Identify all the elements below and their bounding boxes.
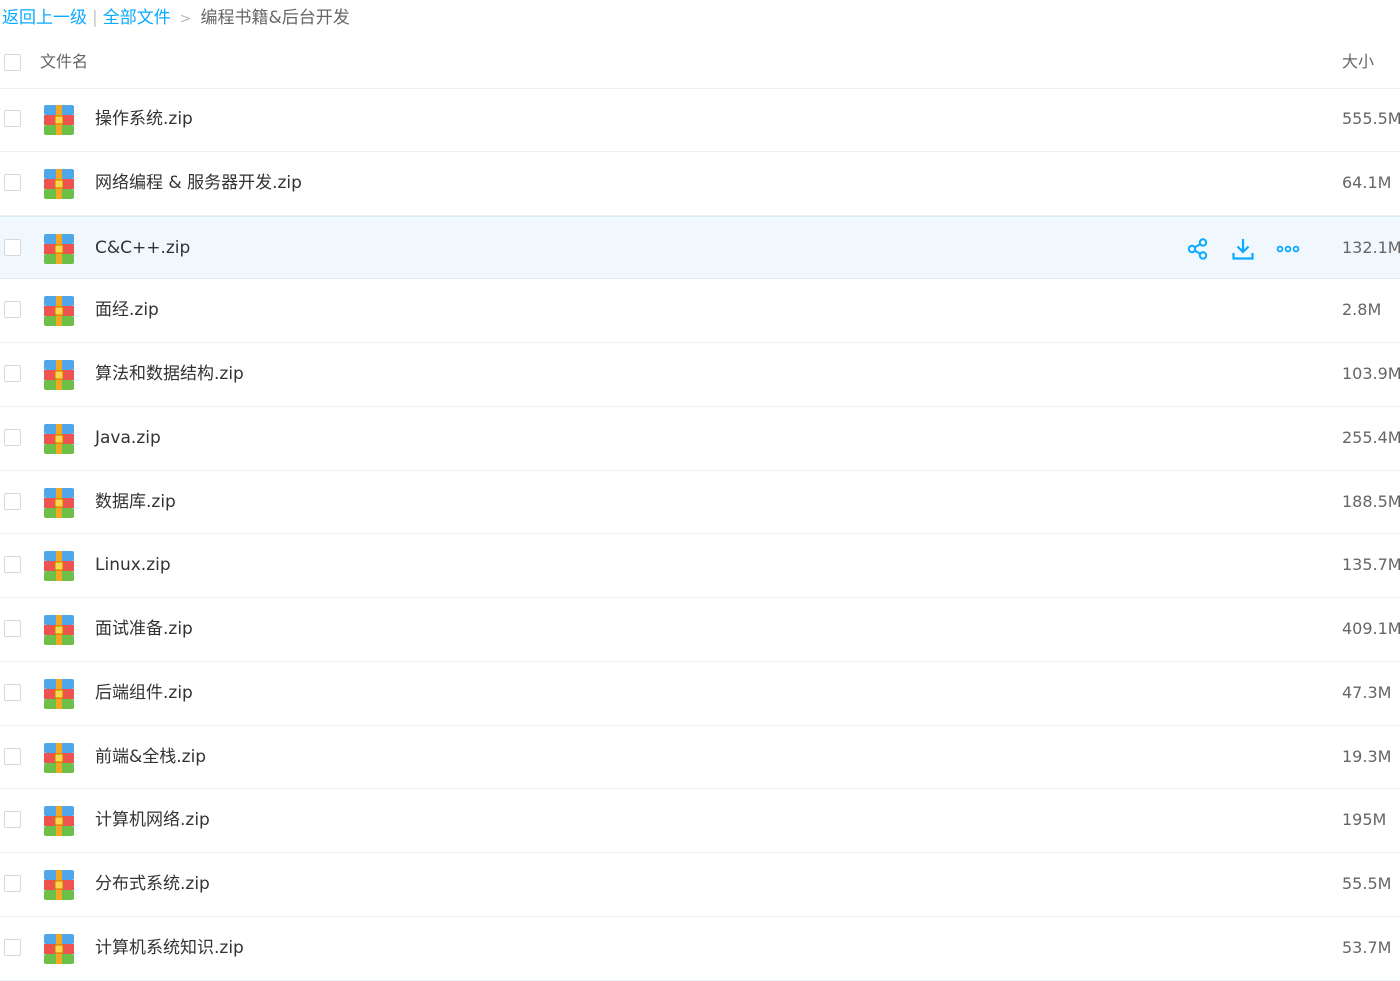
row-checkbox[interactable] [4, 875, 21, 892]
breadcrumb-arrow: > [179, 11, 192, 27]
back-link[interactable]: 返回上一级 [2, 8, 87, 28]
file-size: 135.7M [1342, 555, 1400, 575]
file-size: 64.1M [1342, 172, 1392, 192]
file-size: 132.1M [1342, 237, 1400, 257]
file-name[interactable]: Linux.zip [95, 553, 171, 577]
row-checkbox[interactable] [4, 365, 21, 382]
zip-archive-icon [44, 233, 74, 264]
file-row[interactable]: 计算机系统知识.zip 53.7M [0, 917, 1400, 981]
file-name[interactable]: 前端&全栈.zip [95, 745, 206, 769]
file-row[interactable]: 面试准备.zip 409.1M [0, 598, 1400, 662]
row-checkbox[interactable] [4, 301, 21, 319]
zip-archive-icon [44, 168, 74, 199]
zip-archive-icon [44, 870, 74, 900]
zip-archive-icon [44, 933, 74, 964]
select-all-checkbox[interactable] [4, 54, 21, 71]
file-size: 103.9M [1342, 364, 1400, 383]
download-icon[interactable] [1231, 237, 1255, 261]
file-row[interactable]: 分布式系统.zip 55.5M [0, 853, 1400, 917]
file-size: 55.5M [1342, 874, 1392, 893]
file-row[interactable]: 面经.zip 2.8M [0, 279, 1400, 343]
file-size: 255.4M [1342, 427, 1400, 447]
zip-archive-icon [44, 296, 74, 327]
row-checkbox[interactable] [4, 428, 21, 446]
current-folder: 编程书籍&后台开发 [200, 8, 350, 28]
file-row[interactable]: 算法和数据结构.zip 103.9M [0, 343, 1400, 407]
zip-archive-icon [44, 551, 74, 582]
zip-archive-icon [44, 487, 74, 518]
row-checkbox[interactable] [4, 238, 21, 256]
zip-archive-icon [44, 105, 74, 135]
file-name[interactable]: 后端组件.zip [95, 681, 193, 705]
row-checkbox[interactable] [4, 938, 21, 956]
file-name[interactable]: 计算机系统知识.zip [95, 936, 244, 960]
zip-archive-icon [44, 678, 74, 709]
file-name[interactable]: 分布式系统.zip [95, 872, 210, 896]
file-name[interactable]: 网络编程 & 服务器开发.zip [95, 171, 302, 195]
row-checkbox[interactable] [4, 492, 21, 510]
file-name[interactable]: 面经.zip [95, 298, 159, 322]
file-size: 47.3M [1342, 682, 1392, 702]
row-checkbox[interactable] [4, 110, 21, 127]
file-row[interactable]: 计算机网络.zip 195M [0, 789, 1400, 853]
row-checkbox[interactable] [4, 811, 21, 829]
file-size: 555.5M [1342, 109, 1400, 128]
file-row[interactable]: 操作系统.zip 555.5M [0, 88, 1400, 152]
file-row[interactable]: 前端&全栈.zip 19.3M [0, 726, 1400, 790]
file-name[interactable]: 计算机网络.zip [95, 808, 210, 832]
file-row[interactable]: Java.zip 255.4M [0, 407, 1400, 471]
file-name[interactable]: 操作系统.zip [95, 107, 193, 131]
file-row[interactable]: 网络编程 & 服务器开发.zip 64.1M [0, 152, 1400, 216]
file-row[interactable]: Linux.zip 135.7M [0, 534, 1400, 598]
file-size: 19.3M [1342, 746, 1392, 766]
file-name[interactable]: 数据库.zip [95, 490, 176, 514]
breadcrumb: 返回上一级 | 全部文件 > 编程书籍&后台开发 [2, 6, 350, 30]
zip-archive-icon [44, 423, 74, 454]
file-name[interactable]: Java.zip [95, 426, 161, 450]
file-size: 188.5M [1342, 491, 1400, 511]
file-size: 53.7M [1342, 937, 1392, 957]
all-files-link[interactable]: 全部文件 [103, 8, 171, 28]
file-list: 操作系统.zip 555.5M 网络编程 & 服务器开发.zip 64.1M C… [0, 88, 1400, 981]
row-checkbox[interactable] [4, 683, 21, 701]
row-checkbox[interactable] [4, 556, 21, 574]
file-name[interactable]: 算法和数据结构.zip [95, 362, 244, 386]
file-name[interactable]: C&C++.zip [95, 236, 190, 260]
column-header-name[interactable]: 文件名 [40, 50, 88, 74]
file-size: 409.1M [1342, 619, 1400, 638]
row-checkbox[interactable] [4, 173, 21, 191]
file-list-header: 文件名 大小 [0, 40, 1400, 89]
file-size: 2.8M [1342, 300, 1382, 320]
zip-archive-icon [44, 360, 74, 390]
column-header-size[interactable]: 大小 [1342, 50, 1374, 74]
zip-archive-icon [44, 615, 74, 645]
zip-archive-icon [44, 806, 74, 837]
file-size: 195M [1342, 810, 1387, 830]
share-icon[interactable] [1186, 237, 1210, 261]
zip-archive-icon [44, 742, 74, 773]
more-icon[interactable] [1276, 237, 1300, 261]
file-name[interactable]: 面试准备.zip [95, 617, 193, 641]
file-row[interactable]: C&C++.zip 132.1M [0, 215, 1400, 280]
file-row[interactable]: 后端组件.zip 47.3M [0, 662, 1400, 726]
file-row[interactable]: 数据库.zip 188.5M [0, 471, 1400, 535]
breadcrumb-separator: | [92, 8, 98, 28]
row-checkbox[interactable] [4, 620, 21, 637]
row-checkbox[interactable] [4, 747, 21, 765]
